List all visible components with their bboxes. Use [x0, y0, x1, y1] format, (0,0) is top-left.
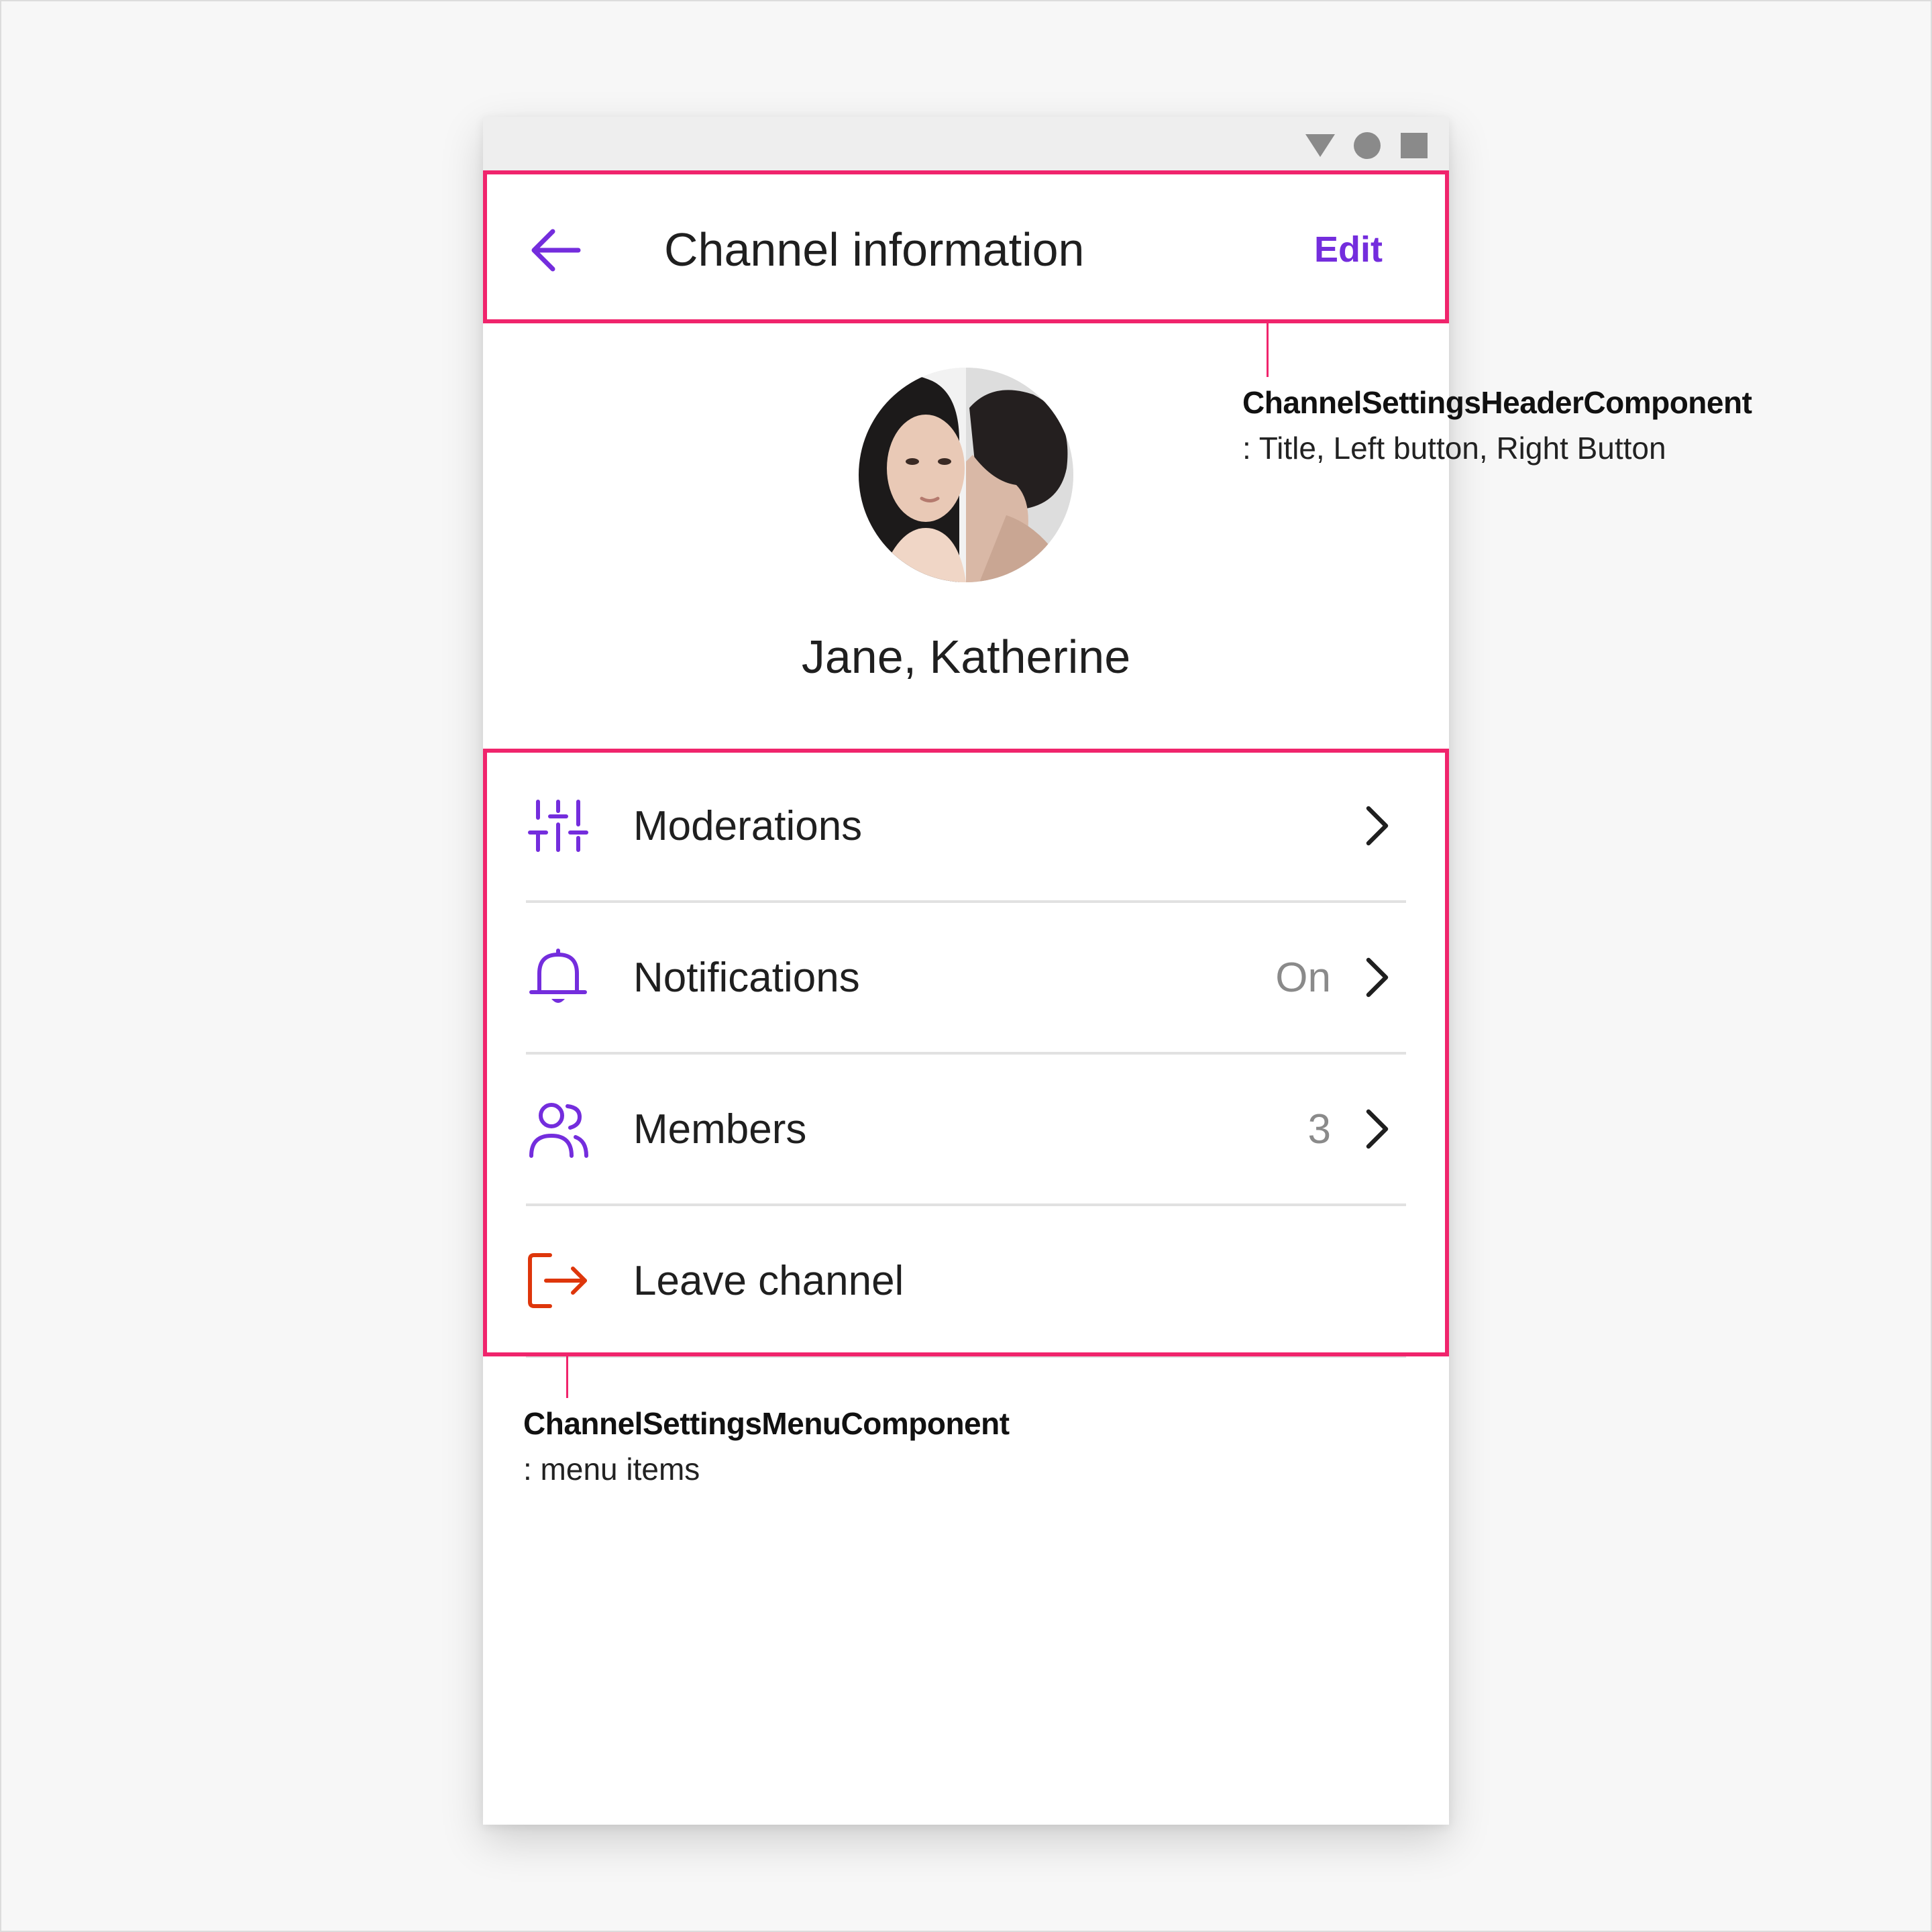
- bell-icon: [529, 949, 587, 1003]
- avatar-image: [859, 368, 1073, 582]
- channel-settings-menu: Moderations Notifications On Members 3 L…: [483, 751, 1449, 1358]
- menu-item-label: Leave channel: [633, 1258, 904, 1304]
- menu-item-notifications[interactable]: Notifications On: [526, 903, 1406, 1055]
- annotation-title: ChannelSettingsHeaderComponent: [1242, 385, 1752, 420]
- sliders-icon: [528, 800, 588, 852]
- arrow-left-icon: [531, 229, 581, 272]
- members-icon: [529, 1103, 588, 1158]
- menu-item-label: Moderations: [633, 803, 863, 849]
- phone-screen: Channel information Edit Jane, Katherine…: [483, 117, 1449, 1825]
- annotation-description: : menu items: [523, 1452, 700, 1487]
- leave-icon: [528, 1253, 587, 1308]
- channel-name: Jane, Katherine: [801, 631, 1131, 683]
- annotation-description: : Title, Left button, Right Button: [1242, 431, 1666, 466]
- wifi-icon: [1305, 134, 1335, 157]
- header-title: Channel information: [664, 223, 1085, 276]
- header-component-annotation: ChannelSettingsHeaderComponent : Title, …: [1242, 380, 1752, 471]
- menu-item-label: Members: [633, 1106, 807, 1152]
- menu-callout-line: [566, 1356, 568, 1398]
- chevron-right-icon: [1366, 806, 1389, 846]
- menu-item-members[interactable]: Members 3: [526, 1055, 1406, 1206]
- menu-item-label: Notifications: [633, 955, 860, 1001]
- status-bar: [483, 117, 1449, 173]
- menu-item-leave-channel[interactable]: Leave channel: [526, 1206, 1406, 1358]
- back-button[interactable]: [526, 220, 586, 280]
- channel-avatar: [859, 368, 1073, 582]
- header-callout-line: [1267, 323, 1269, 377]
- annotation-title: ChannelSettingsMenuComponent: [523, 1406, 1010, 1441]
- edit-button[interactable]: Edit: [1288, 225, 1409, 274]
- channel-settings-header: Channel information Edit: [483, 173, 1449, 325]
- battery-dot-icon: [1354, 132, 1381, 159]
- notifications-status: On: [1275, 955, 1331, 1001]
- menu-item-moderations[interactable]: Moderations: [526, 751, 1406, 903]
- members-count: 3: [1307, 1106, 1331, 1152]
- chevron-right-icon: [1366, 1109, 1389, 1149]
- menu-component-annotation: ChannelSettingsMenuComponent : menu item…: [523, 1401, 1010, 1492]
- chevron-right-icon: [1366, 957, 1389, 998]
- square-icon: [1401, 133, 1428, 158]
